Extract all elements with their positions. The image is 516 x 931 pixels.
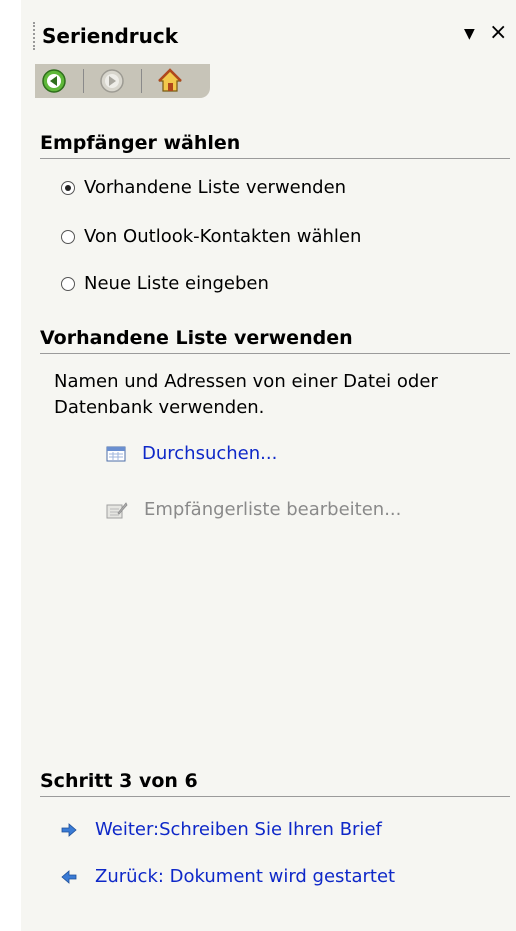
recipients-heading: Empfänger wählen (40, 132, 510, 159)
radio-label: Neue Liste eingeben (84, 273, 269, 294)
radio-label: Von Outlook-Kontakten wählen (84, 226, 362, 247)
browse-link[interactable]: Durchsuchen... (106, 443, 277, 464)
radio-button[interactable] (61, 180, 75, 195)
next-step-label[interactable]: Weiter:Schreiben Sie Ihren Brief (95, 819, 382, 840)
radio-label: Vorhandene Liste verwenden (84, 177, 347, 198)
document-edge (0, 0, 21, 931)
navigation-toolbar (35, 64, 210, 98)
pane-menu-arrow-icon[interactable]: ▼ (464, 26, 475, 42)
radio-outlook-contacts[interactable]: Von Outlook-Kontakten wählen (61, 226, 361, 247)
next-arrow-icon (61, 822, 77, 837)
task-pane-title-bar: Seriendruck ▼ × (21, 14, 516, 58)
radio-button[interactable] (61, 229, 75, 244)
existing-list-heading: Vorhandene Liste verwenden (40, 327, 510, 354)
radio-new-list[interactable]: Neue Liste eingeben (61, 273, 269, 294)
drag-grip[interactable] (33, 22, 37, 50)
previous-step-link[interactable]: Zurück: Dokument wird gestartet (61, 866, 395, 887)
existing-list-description: Namen und Adressen von einer Datei oder … (54, 371, 438, 418)
toolbar-separator (141, 69, 142, 93)
next-step-link[interactable]: Weiter:Schreiben Sie Ihren Brief (61, 819, 382, 840)
edit-recipient-list-link: Empfängerliste bearbeiten... (106, 499, 401, 520)
radio-existing-list[interactable]: Vorhandene Liste verwenden (61, 177, 346, 198)
browse-label[interactable]: Durchsuchen... (142, 443, 277, 464)
edit-list-icon (106, 501, 128, 518)
back-arrow-icon[interactable] (41, 68, 67, 94)
task-pane: Seriendruck ▼ × Empfänger wählen Vorhand… (21, 0, 516, 931)
task-pane-title: Seriendruck (42, 24, 179, 48)
close-icon[interactable]: × (489, 20, 507, 45)
previous-step-label[interactable]: Zurück: Dokument wird gestartet (95, 866, 395, 887)
previous-arrow-icon (61, 869, 77, 884)
edit-recipient-list-label: Empfängerliste bearbeiten... (144, 499, 402, 520)
step-heading: Schritt 3 von 6 (40, 770, 510, 797)
radio-button[interactable] (61, 276, 75, 291)
home-icon[interactable] (157, 68, 183, 94)
toolbar-separator (83, 69, 84, 93)
database-icon (106, 446, 126, 461)
forward-arrow-icon (100, 69, 124, 93)
